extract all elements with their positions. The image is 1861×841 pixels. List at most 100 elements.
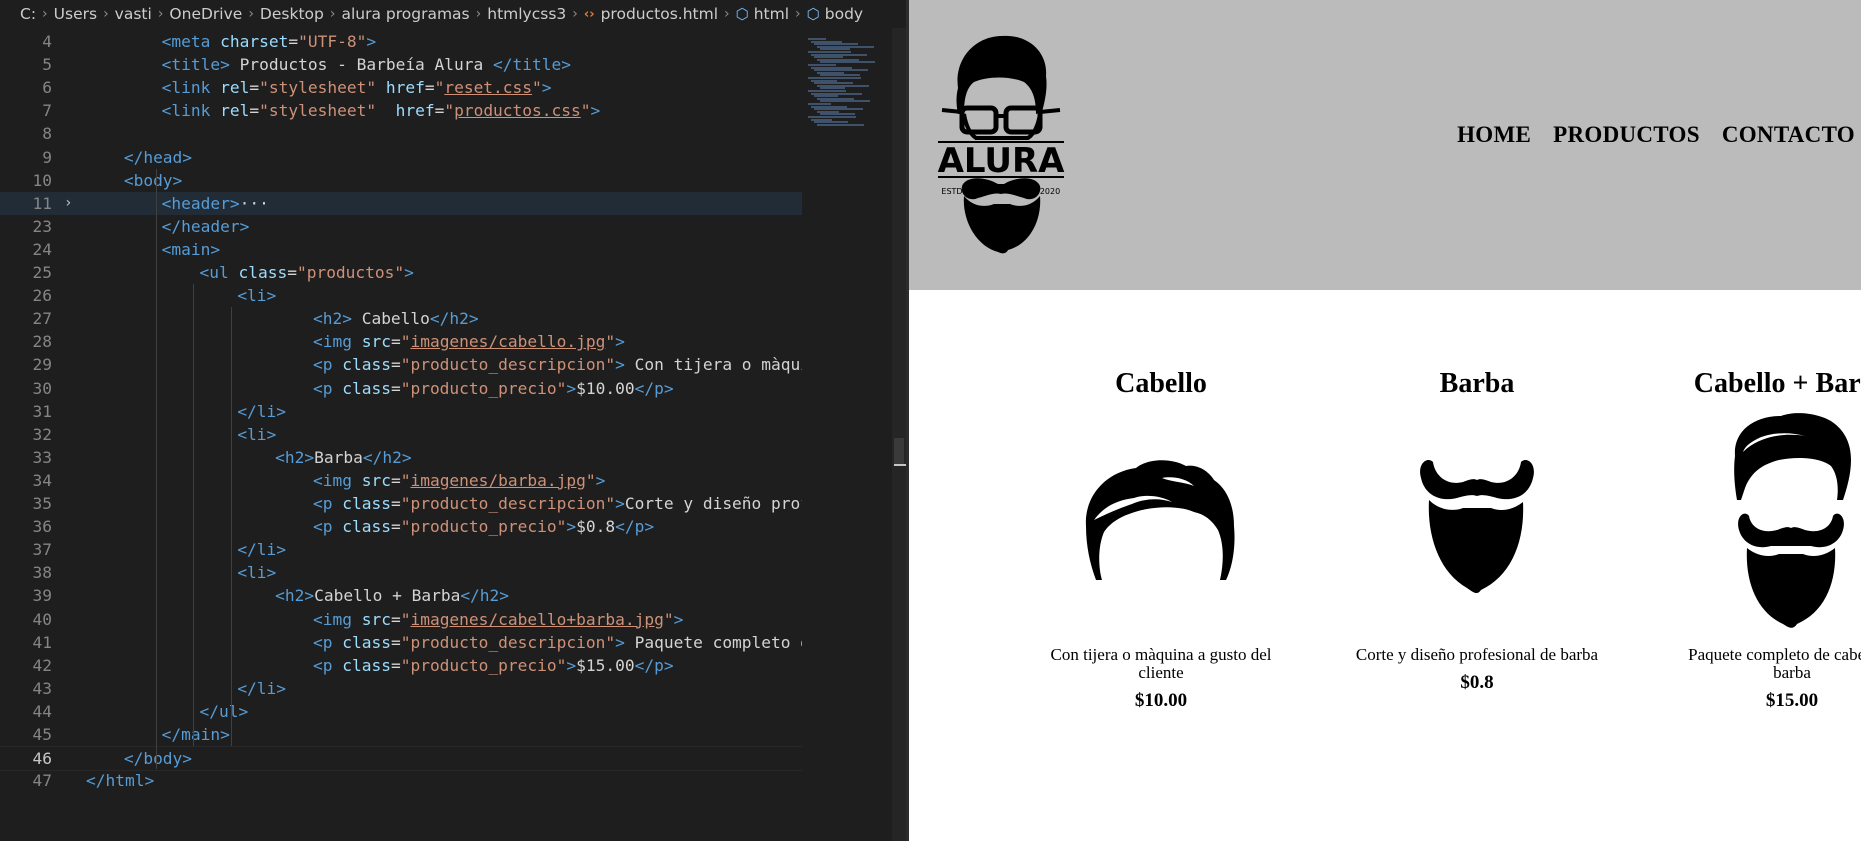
code-token: <img [312,470,362,490]
code-line[interactable]: 23 </header> [0,215,802,238]
chevron-right-icon: › [103,6,109,22]
code-line[interactable]: 42 <p class="producto_precio">$15.00</p> [0,654,802,677]
code-token: = [390,378,401,398]
code-line[interactable]: 35 <p class="producto_descripcion">Corte … [0,492,803,515]
code-text: <p class="producto_descripcion">Corte y … [313,492,802,515]
nav-home[interactable]: HOME [1457,122,1531,148]
code-token: <body> [123,170,183,190]
code-line[interactable]: 24 <main> [0,238,802,261]
code-token: </li> [237,540,287,560]
breadcrumb-item[interactable]: vasti [115,5,152,23]
breadcrumb-item[interactable]: C: [20,5,36,23]
code-line[interactable]: 29 <p class="producto_descripcion"> Con t… [0,353,803,376]
scrollbar-thumb[interactable] [894,438,904,464]
product-title: Cabello + Barba [1693,368,1861,399]
code-token: class [342,655,391,675]
product-card: Barba Corte y diseño profesional de barb… [1327,368,1627,694]
code-line[interactable]: 6 <link rel="stylesheet" href="reset.css"… [0,76,802,99]
breadcrumb-symbol[interactable]: html [754,5,789,23]
code-area[interactable]: 4 <meta charset="UTF-8"> 5 <title> Producto… [0,30,802,841]
code-line[interactable]: 25 <ul class="productos"> [0,261,802,284]
code-token: "producto_descripcion" [400,355,616,375]
code-line[interactable]: 47 </html> [0,769,802,792]
code-line[interactable]: 31 </li> [0,400,802,423]
logo-beard [963,196,1041,254]
code-token: </li> [237,678,287,698]
code-line[interactable]: 40 <img src="imagenes/cabello+barba.jpg"> [0,608,802,631]
code-text: </li> [237,400,286,423]
code-line[interactable]: 38 <li> [0,561,802,584]
chevron-right-icon: › [475,6,482,22]
code-text: <main> [162,238,220,261]
product-card: Cabello + Barba Paquete completo de cabe… [1642,368,1861,712]
split-divider[interactable] [906,0,909,841]
line-number: 4 [42,32,52,51]
code-line[interactable]: 43 </li> [0,677,802,700]
breadcrumb-item[interactable]: Desktop [260,5,324,23]
line-number: 24 [32,239,53,259]
code-line[interactable]: 8 [0,122,802,145]
code-token: = [434,101,445,121]
code-token: = [249,101,260,121]
code-token: <li> [237,424,277,444]
line-number: 34 [32,470,53,490]
nav-contacto[interactable]: CONTACTO [1722,122,1855,148]
breadcrumb-file[interactable]: productos.html [601,5,718,23]
code-line[interactable]: 27 <h2> Cabello</h2> [0,307,802,330]
code-text: </main> [162,723,230,746]
code-token: <p [312,378,343,398]
chevron-right-icon: › [329,6,336,22]
code-line[interactable]: 44 </ul> [0,700,802,723]
code-line[interactable]: 26 <li> [0,284,802,307]
code-token: > [595,470,606,490]
breadcrumb-item[interactable]: OneDrive [169,5,242,23]
code-token: <img [312,332,362,352]
breadcrumb-symbol[interactable]: body [825,5,863,23]
code-line[interactable]: 28 <img src="imagenes/cabello.jpg"> [0,330,802,353]
fold-chevron-icon[interactable]: › [64,192,72,215]
line-number: 47 [32,771,53,791]
code-line[interactable]: 34 <img src="imagenes/barba.jpg"> [0,469,802,492]
chevron-right-icon: › [157,6,164,22]
code-line[interactable]: 9 </head> [0,146,802,169]
line-number: 25 [32,263,53,282]
code-line[interactable]: 45 </main> [0,723,802,746]
breadcrumb-item[interactable]: htmlycss3 [487,5,566,23]
code-token: <p [312,655,343,675]
code-line[interactable]: 46 </body> [0,746,802,772]
line-number: 5 [42,55,52,75]
code-token: "producto_precio" [400,378,567,398]
chevron-right-icon: › [42,6,48,22]
nav-productos[interactable]: PRODUCTOS [1553,122,1700,148]
code-token: " [580,101,591,121]
code-token: " [400,332,411,352]
chevron-right-icon: › [724,6,730,22]
code-line[interactable]: 37 </li> [0,538,802,561]
code-line[interactable]: 32 <li> [0,423,802,446]
breadcrumb-item[interactable]: Users [54,5,97,23]
code-line[interactable]: 41 <p class="producto_descripcion"> Paque… [0,631,803,654]
code-token: = [390,655,401,675]
code-token: $0.8 [576,517,616,537]
code-token: src [361,332,391,352]
editor-scrollbar[interactable] [892,28,906,841]
code-line[interactable]: 33 <h2>Barba</h2> [0,446,802,469]
breadcrumb-item[interactable]: alura programas [341,5,469,23]
code-token: "producto_precio" [400,655,567,675]
code-line[interactable]: 11 › <header>··· [0,191,802,215]
code-line[interactable]: 30 <p class="producto_precio">$10.00</p> [0,377,802,400]
code-line[interactable]: 4 <meta charset="UTF-8"> [0,30,802,53]
code-token: > [615,332,625,352]
code-editor[interactable]: C: › Users › vasti › OneDrive › Desktop › alura pr… [0,0,906,841]
code-token: </header> [161,216,250,236]
code-line[interactable]: 10 <body> [0,169,802,192]
code-token: " [663,609,674,629]
alura-logo[interactable]: ALURA ESTD 2020 [936,30,1066,255]
code-line[interactable]: 39 <h2>Cabello + Barba</h2> [0,584,802,607]
product-description: Corte y diseño profesional de barba [1355,645,1599,664]
code-line[interactable]: 7 <link rel="stylesheet" href="productos.… [0,99,802,122]
minimap[interactable] [802,28,892,841]
code-line[interactable]: 5 <title> Productos - Barbeía Alura </tit… [0,53,802,76]
code-line[interactable]: 36 <p class="producto_precio">$0.8</p> [0,515,802,538]
